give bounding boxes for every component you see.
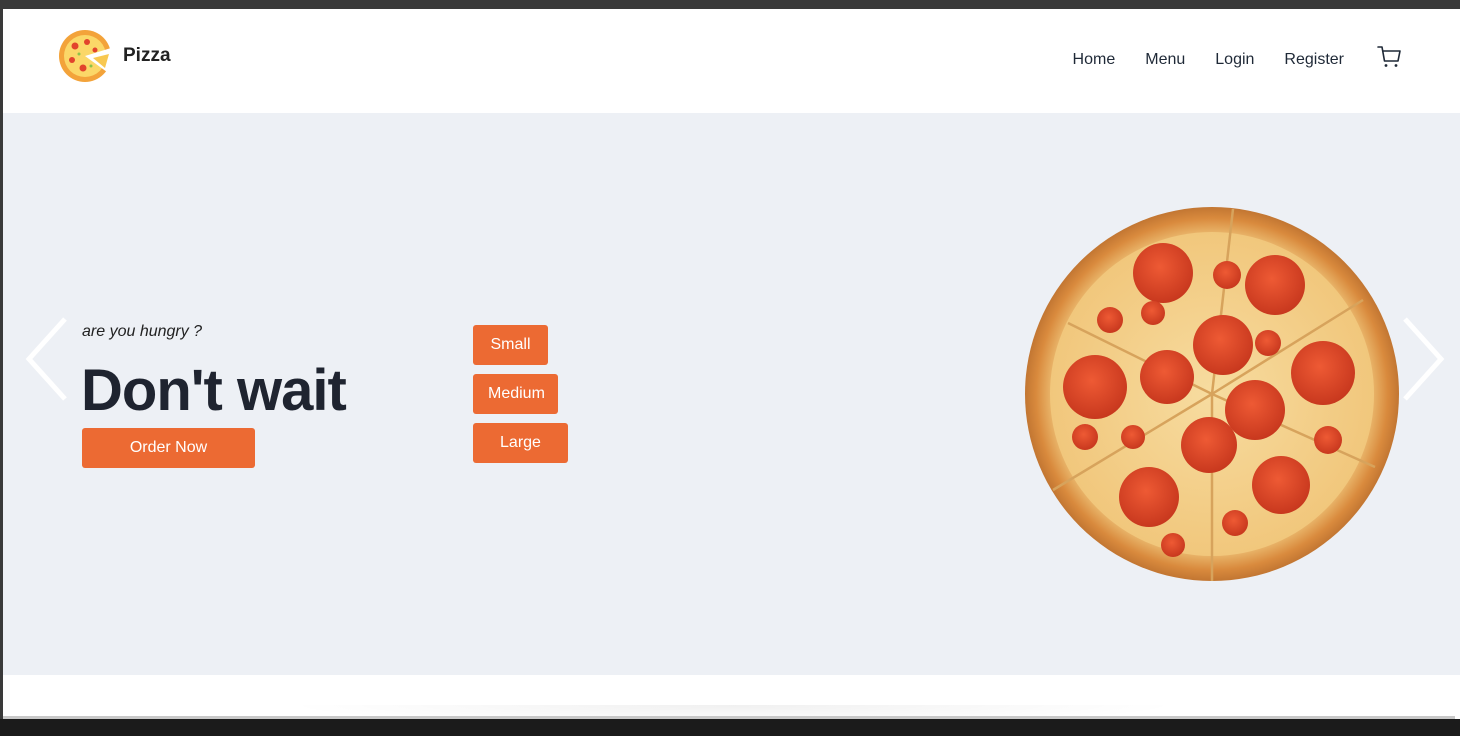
nav-home[interactable]: Home <box>1073 51 1116 69</box>
window-bottom-bar <box>0 719 1460 736</box>
size-medium-button[interactable]: Medium <box>473 374 558 414</box>
order-now-button[interactable]: Order Now <box>82 428 255 468</box>
hero-carousel: are you hungry ? Don't wait Order Now Sm… <box>3 113 1460 675</box>
chevron-left-icon[interactable] <box>25 317 69 401</box>
pepperoni-pizza-image <box>1025 207 1399 581</box>
hero-tagline: are you hungry ? <box>82 323 203 340</box>
pizza-logo-icon[interactable] <box>57 28 113 84</box>
brand-name[interactable]: Pizza <box>123 45 171 67</box>
next-section <box>3 675 1460 719</box>
size-small-button[interactable]: Small <box>473 325 548 365</box>
site-header: Pizza Home Menu Login Register <box>3 9 1460 113</box>
chevron-right-icon[interactable] <box>1401 317 1445 401</box>
nav-login[interactable]: Login <box>1215 51 1254 69</box>
hero-headline: Don't wait <box>81 358 347 423</box>
window-top-bar <box>0 0 1460 9</box>
cart-icon[interactable] <box>1376 44 1402 70</box>
main-nav: Home Menu Login Register <box>1073 44 1402 73</box>
nav-menu[interactable]: Menu <box>1145 51 1185 69</box>
size-large-button[interactable]: Large <box>473 423 568 463</box>
page-viewport: Pizza Home Menu Login Register are you h… <box>3 9 1460 719</box>
nav-register[interactable]: Register <box>1284 51 1344 69</box>
